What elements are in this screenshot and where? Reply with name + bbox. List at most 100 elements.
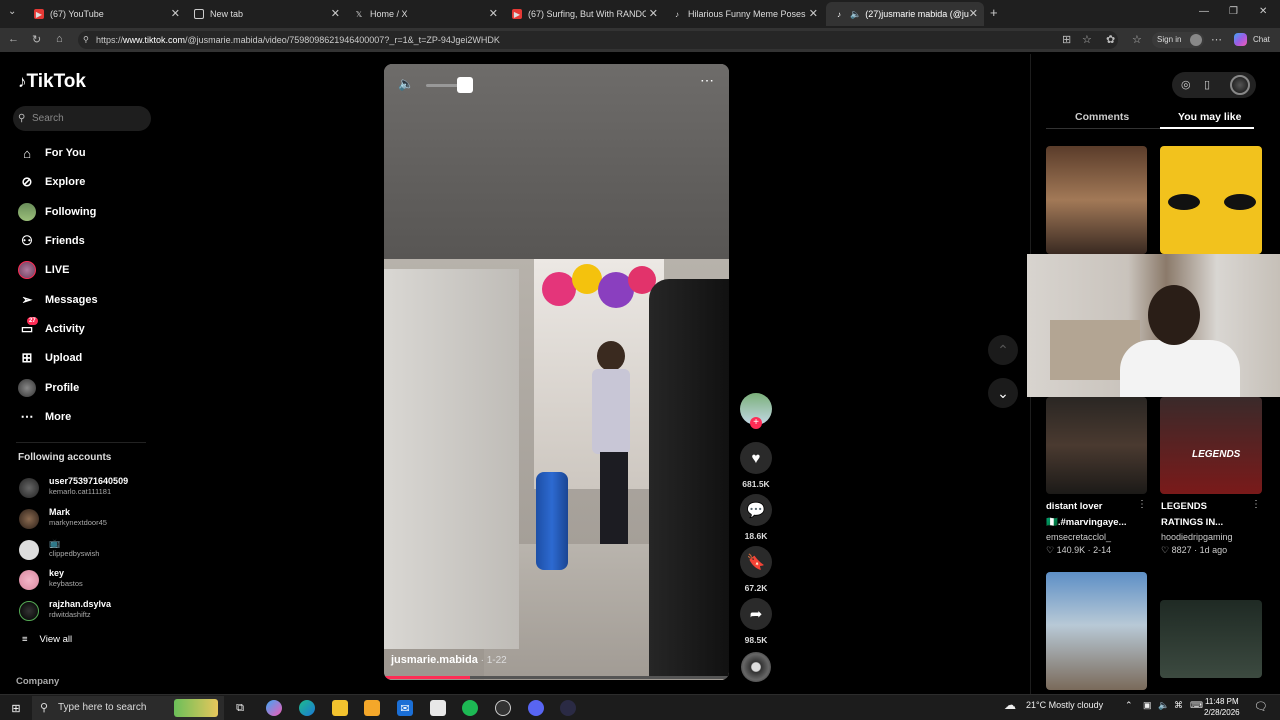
bookmark-icon[interactable]: 🔖: [740, 546, 772, 578]
view-all-link[interactable]: ≡ View all: [22, 634, 72, 645]
nav-messages[interactable]: ➢ Messages: [18, 289, 98, 311]
obs-icon[interactable]: [495, 700, 511, 716]
tab-youtube-surfing[interactable]: ▶ (67) Surfing, But With RANDOM O ✕: [504, 2, 664, 26]
copilot-icon[interactable]: [266, 700, 282, 716]
tab-youtube[interactable]: ▶ (67) YouTube ✕: [26, 2, 186, 26]
app-available-icon[interactable]: ⊞: [1062, 33, 1071, 46]
recommended-author[interactable]: hoodiedripgaming: [1161, 532, 1233, 542]
close-icon[interactable]: ✕: [171, 7, 180, 20]
minimize-icon[interactable]: —: [1199, 6, 1209, 17]
volume-handle[interactable]: [457, 77, 473, 93]
like-action[interactable]: ♥ 681.5K: [740, 442, 772, 489]
favorite-star-icon[interactable]: ☆: [1082, 33, 1092, 46]
spotify-icon[interactable]: [462, 700, 478, 716]
taskbar-search-input[interactable]: ⚲ Type here to search: [32, 696, 224, 720]
refresh-icon[interactable]: ↻: [32, 33, 41, 46]
edge-icon[interactable]: [299, 700, 315, 716]
chat-label[interactable]: Chat: [1253, 35, 1270, 44]
recommended-title-2[interactable]: 🇳🇬.#marvingaye...: [1046, 517, 1126, 528]
recommended-title[interactable]: distant lover: [1046, 501, 1103, 512]
next-video-button[interactable]: ⌄: [988, 378, 1018, 408]
tab-new-tab[interactable]: New tab ✕: [186, 2, 346, 26]
compass-icon[interactable]: ◎: [1181, 78, 1191, 91]
home-icon[interactable]: ⌂: [56, 33, 63, 45]
video-thumbnail[interactable]: [1046, 146, 1147, 254]
save-action[interactable]: 🔖 67.2K: [740, 546, 772, 593]
share-action[interactable]: ➦ 98.5K: [740, 598, 772, 645]
nav-activity[interactable]: ▭ 27 Activity: [18, 317, 85, 340]
tray-app-icon[interactable]: ▣: [1143, 700, 1152, 711]
company-section[interactable]: Company: [16, 676, 59, 687]
restore-icon[interactable]: ❐: [1229, 6, 1238, 17]
new-tab-plus-icon[interactable]: +: [990, 5, 998, 20]
previous-video-button[interactable]: ⌃: [988, 335, 1018, 365]
copilot-icon[interactable]: [1234, 33, 1247, 46]
device-icon[interactable]: ▯: [1204, 78, 1210, 91]
audio-playing-icon[interactable]: 🔈: [850, 9, 861, 20]
video-thumbnail[interactable]: [1046, 397, 1147, 494]
search-input[interactable]: ⚲ Search: [13, 106, 151, 131]
discord-icon[interactable]: [528, 700, 544, 716]
recommended-title[interactable]: LEGENDS: [1161, 501, 1207, 512]
weather-icon[interactable]: ☁: [1004, 698, 1016, 712]
language-icon[interactable]: ⌨: [1190, 700, 1203, 711]
weather-text[interactable]: 21°C Mostly cloudy: [1026, 700, 1103, 710]
tab-you-may-like[interactable]: You may like: [1178, 111, 1241, 123]
video-author[interactable]: jusmarie.mabida · 1-22: [391, 654, 507, 666]
music-disc-icon[interactable]: [741, 652, 771, 682]
speaker-icon[interactable]: 🔈: [1158, 700, 1169, 711]
nav-profile[interactable]: Profile: [18, 377, 79, 399]
sign-in-button[interactable]: Sign in: [1152, 32, 1204, 48]
comment-icon[interactable]: 💬: [740, 494, 772, 526]
system-clock[interactable]: 11:48 PM 2/28/2026: [1204, 696, 1240, 718]
video-progress-bar[interactable]: [384, 676, 729, 679]
browser-menu-icon[interactable]: ⋯: [1211, 33, 1222, 46]
share-icon[interactable]: ➦: [740, 598, 772, 630]
mail-icon[interactable]: ✉: [397, 700, 413, 716]
windows-start-icon[interactable]: ⊞: [8, 700, 24, 716]
video-thumbnail[interactable]: LEGENDS: [1160, 397, 1262, 494]
tab-tiktok-active[interactable]: ♪ 🔈 (27)jusmarie mabida (@jusma ✕: [826, 2, 984, 26]
task-view-icon[interactable]: ⧉: [232, 700, 248, 716]
close-icon[interactable]: ✕: [649, 7, 658, 20]
app-icon[interactable]: [560, 700, 576, 716]
video-thumbnail[interactable]: [1046, 572, 1147, 690]
item-more-icon[interactable]: ⋮: [1251, 499, 1261, 510]
site-info-icon[interactable]: ⚲: [83, 31, 89, 49]
tab-actions-icon[interactable]: ⌄: [8, 6, 16, 17]
nav-for-you[interactable]: ⌂ For You: [18, 142, 85, 164]
notepad-icon[interactable]: [430, 700, 446, 716]
follow-plus-icon[interactable]: +: [750, 417, 762, 429]
close-icon[interactable]: ✕: [969, 7, 978, 20]
nav-following[interactable]: Following: [18, 201, 96, 223]
item-more-icon[interactable]: ⋮: [1137, 499, 1147, 510]
close-icon[interactable]: ✕: [331, 7, 340, 20]
tab-home-x[interactable]: 𝕏 Home / X ✕: [346, 2, 504, 26]
video-thumbnail[interactable]: [1160, 600, 1262, 678]
store-icon[interactable]: [364, 700, 380, 716]
video-more-icon[interactable]: ⋯: [700, 72, 714, 89]
recommended-author[interactable]: emsecretacclol_: [1046, 532, 1111, 542]
close-window-icon[interactable]: ✕: [1259, 6, 1267, 17]
nav-friends[interactable]: ⚇ Friends: [18, 230, 85, 252]
file-explorer-icon[interactable]: [332, 700, 348, 716]
video-thumbnail[interactable]: [1160, 146, 1262, 254]
comment-action[interactable]: 💬 18.6K: [740, 494, 772, 541]
tab-tiktok-meme[interactable]: ♪ Hilarious Funny Meme Poses That ✕: [664, 2, 824, 26]
user-avatar[interactable]: [1230, 75, 1250, 95]
favorites-icon[interactable]: ☆: [1132, 33, 1142, 46]
heart-icon[interactable]: ♥: [740, 442, 772, 474]
nav-more[interactable]: ⋯ More: [18, 406, 72, 428]
tiktok-logo[interactable]: ♪TikTok: [18, 71, 86, 93]
show-hidden-icons[interactable]: ⌃: [1125, 700, 1133, 711]
recommended-title-2[interactable]: RATINGS IN...: [1161, 517, 1223, 528]
back-icon[interactable]: ←: [8, 33, 19, 45]
url-field[interactable]: ⚲ https://www.tiktok.com/@jusmarie.mabid…: [78, 31, 1118, 49]
extensions-icon[interactable]: ✿: [1106, 33, 1115, 46]
nav-upload[interactable]: ⊞ Upload: [18, 347, 83, 369]
tab-comments[interactable]: Comments: [1075, 111, 1129, 123]
close-icon[interactable]: ✕: [489, 7, 498, 20]
notification-icon[interactable]: 🗨: [1254, 700, 1268, 713]
volume-icon[interactable]: 🔈: [398, 76, 414, 92]
nav-explore[interactable]: ⊘ Explore: [18, 171, 86, 193]
